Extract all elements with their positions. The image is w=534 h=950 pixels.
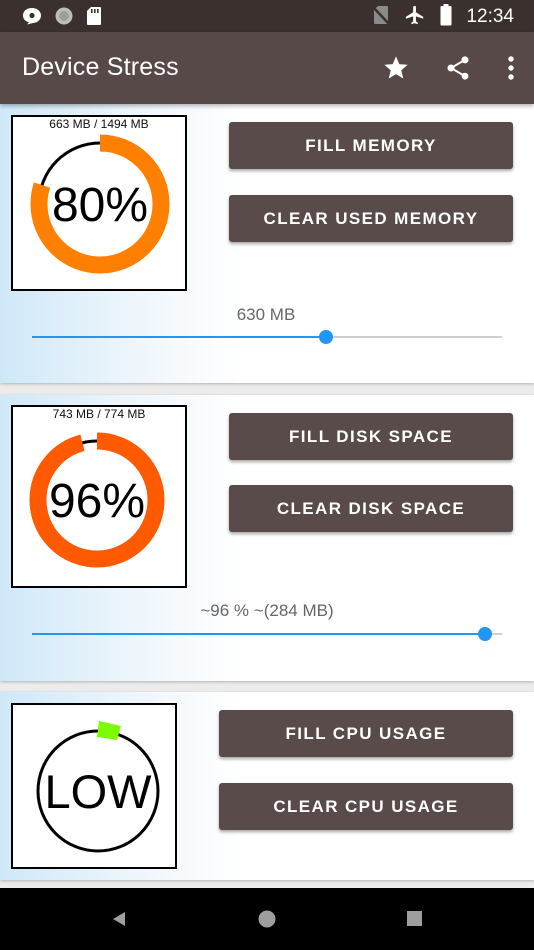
status-time: 12:34: [466, 6, 514, 27]
more-vert-icon[interactable]: [506, 55, 516, 85]
clear-disk-space-button[interactable]: CLEAR DISK SPACE: [229, 485, 513, 532]
memory-card: 663 MB / 1494 MB 80% FILL MEMORY CLEAR U…: [0, 104, 534, 383]
memory-slider[interactable]: [32, 330, 502, 344]
disk-slider-thumb[interactable]: [478, 627, 493, 641]
recents-icon[interactable]: [406, 910, 423, 931]
battery-icon: [440, 4, 452, 30]
memory-gauge-ring: 80%: [30, 134, 170, 274]
disk-gauge: 743 MB / 774 MB 96%: [11, 405, 187, 588]
cpu-gauge-value: LOW: [44, 765, 152, 818]
status-bar: 12:34: [0, 0, 534, 32]
fill-disk-space-button[interactable]: FILL DISK SPACE: [229, 413, 513, 460]
disk-slider[interactable]: [32, 627, 502, 641]
clear-cpu-usage-button[interactable]: CLEAR CPU USAGE: [219, 783, 513, 830]
back-icon[interactable]: [110, 910, 128, 932]
app-title: Device Stress: [22, 53, 179, 81]
no-sim-icon: [372, 5, 391, 29]
disk-gauge-value: 96%: [49, 475, 145, 528]
home-icon[interactable]: [257, 909, 277, 933]
cpu-card: LOW FILL CPU USAGE CLEAR CPU USAGE: [0, 692, 534, 880]
star-icon[interactable]: [382, 54, 410, 86]
navigation-bar: [0, 888, 534, 950]
record-circle-icon: [54, 6, 74, 30]
cpu-level-marker: [97, 721, 121, 740]
app-bar: Device Stress: [0, 32, 534, 104]
memory-slider-thumb[interactable]: [318, 330, 333, 344]
memory-gauge-value: 80%: [52, 179, 148, 232]
sd-card-icon: [86, 6, 102, 30]
share-icon[interactable]: [444, 54, 472, 86]
fill-cpu-usage-button[interactable]: FILL CPU USAGE: [219, 710, 513, 757]
memory-slider-label: 630 MB: [236, 305, 296, 324]
airplane-mode-icon: [404, 4, 426, 30]
fill-memory-button[interactable]: FILL MEMORY: [229, 122, 513, 169]
clear-used-memory-button[interactable]: CLEAR USED MEMORY: [229, 195, 513, 242]
disk-card: 743 MB / 774 MB 96% FILL DISK SPACE CLEA…: [0, 395, 534, 681]
disk-slider-label: ~96 % ~(284 MB): [200, 601, 334, 620]
memory-gauge: 663 MB / 1494 MB 80%: [11, 115, 187, 291]
cpu-gauge-ring: LOW: [36, 721, 160, 853]
chat-bubble-icon: [22, 7, 42, 29]
cpu-gauge: LOW: [11, 703, 177, 869]
disk-gauge-ring: 96%: [29, 432, 165, 568]
